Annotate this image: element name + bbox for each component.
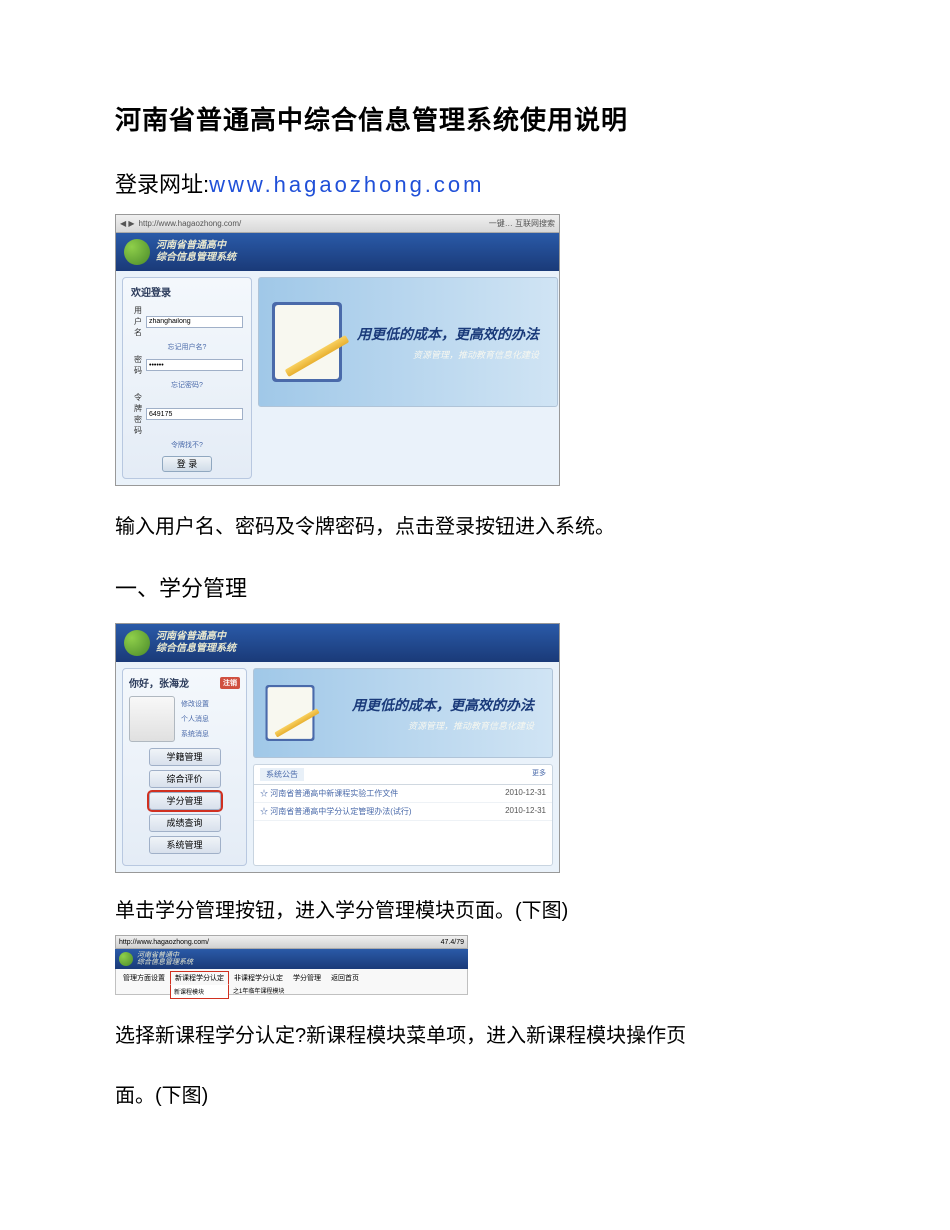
notice-more-link[interactable]: 更多 xyxy=(532,768,546,781)
login-screenshot: ◀ ▶ http://www.hagaozhong.com/ 一键… 互联网搜索… xyxy=(115,214,560,486)
avatar xyxy=(129,696,175,742)
notice-date-2: 2010-12-31 xyxy=(505,806,546,817)
modify-settings-link[interactable]: 修改设置 xyxy=(181,699,240,709)
logo-icon xyxy=(124,239,150,265)
credit-management-button[interactable]: 学分管理 xyxy=(149,792,221,810)
login-button[interactable]: 登 录 xyxy=(162,456,212,472)
app-title: 河南省普通高中 综合信息管理系统 xyxy=(156,240,236,264)
address-url: http://www.hagaozhong.com/ xyxy=(139,219,242,228)
instruction-1: 输入用户名、密码及令牌密码，点击登录按钮进入系统。 xyxy=(115,511,835,543)
content-panel: 用更低的成本，更高效的办法 资源管理，推动教育信息化建设 系统公告 更多 ☆ 河… xyxy=(253,668,553,866)
login-url-link[interactable]: www.hagaozhong.com xyxy=(209,172,484,197)
main-title: 河南省普通高中综合信息管理系统使用说明 xyxy=(115,100,835,137)
token-label: 令牌密码 xyxy=(131,392,142,436)
slogan-sub-2: 资源管理，推动教育信息化建设 xyxy=(352,719,534,732)
student-status-button[interactable]: 学籍管理 xyxy=(149,748,221,766)
password-label: 密 码 xyxy=(131,354,142,376)
menu-bar: 管理方面设置 新课程学分认定 新课程模块 非课程学分认定 之1年临年课程模块 学… xyxy=(115,969,468,995)
section-1-title: 一、学分管理 xyxy=(115,571,835,603)
app-body: 欢迎登录 用 户 名 忘记用户名? 密 码 忘记密码? 令牌密码 令牌找不? 登… xyxy=(116,271,559,485)
app-header: 河南省普通高中 综合信息管理系统 xyxy=(116,233,559,271)
notice-item[interactable]: ☆ 河南省普通高中学分认定管理办法(试行) 2010-12-31 xyxy=(254,803,552,821)
login-url-line: 登录网址:www.hagaozhong.com xyxy=(115,167,835,199)
token-input[interactable] xyxy=(146,408,243,420)
instruction-3a: 选择新课程学分认定?新课程模块菜单项，进入新课程模块操作页 xyxy=(115,1020,835,1052)
forgot-password-link[interactable]: 忘记密码? xyxy=(131,380,243,390)
notice-item[interactable]: ☆ 河南省普通高中新课程实验工作文件 2010-12-31 xyxy=(254,785,552,803)
slogan-main: 用更低的成本，更高效的办法 xyxy=(357,324,539,344)
app-title-3: 河南省普通中 综合信息管理系统 xyxy=(137,952,193,966)
submenu-new-course-module[interactable]: 新课程模块 xyxy=(174,986,225,997)
app-title-2: 河南省普通高中 综合信息管理系统 xyxy=(156,631,236,655)
username-input[interactable] xyxy=(146,316,243,328)
notice-date-1: 2010-12-31 xyxy=(505,788,546,799)
menu-screenshot: http://www.hagaozhong.com/ 47.4/79 河南省普通… xyxy=(115,935,468,995)
instruction-3b: 面。(下图) xyxy=(115,1080,835,1112)
browser-bar-3: http://www.hagaozhong.com/ 47.4/79 xyxy=(115,935,468,949)
forgot-username-link[interactable]: 忘记用户名? xyxy=(131,342,243,352)
user-panel: 你好，张海龙 注销 修改设置 个人消息 系统消息 学籍管理 综合评价 学分管理 … xyxy=(122,668,247,866)
menu-new-course-credit[interactable]: 新课程学分认定 xyxy=(170,971,229,985)
app-body-2: 你好，张海龙 注销 修改设置 个人消息 系统消息 学籍管理 综合评价 学分管理 … xyxy=(116,662,559,872)
logo-icon xyxy=(119,952,133,966)
username-label: 用 户 名 xyxy=(131,305,142,338)
slogan-sub: 资源管理，推动教育信息化建设 xyxy=(357,348,539,361)
comprehensive-eval-button[interactable]: 综合评价 xyxy=(149,770,221,788)
system-message-link[interactable]: 系统消息 xyxy=(181,729,240,739)
user-greeting: 你好，张海龙 xyxy=(129,675,189,690)
login-url-label: 登录网址: xyxy=(115,172,209,197)
notice-link-2[interactable]: ☆ 河南省普通高中学分认定管理办法(试行) xyxy=(260,806,412,817)
notice-panel: 系统公告 更多 ☆ 河南省普通高中新课程实验工作文件 2010-12-31 ☆ … xyxy=(253,764,553,866)
notice-link-1[interactable]: ☆ 河南省普通高中新课程实验工作文件 xyxy=(260,788,398,799)
menu-management-settings[interactable]: 管理方面设置 xyxy=(118,971,170,985)
score-query-button[interactable]: 成绩查询 xyxy=(149,814,221,832)
app-header-2: 河南省普通高中 综合信息管理系统 xyxy=(116,624,559,662)
notepad-icon xyxy=(262,682,325,745)
logo-icon xyxy=(124,630,150,656)
banner-2: 用更低的成本，更高效的办法 资源管理，推动教育信息化建设 xyxy=(253,668,553,758)
browser-right-3: 47.4/79 xyxy=(441,939,464,946)
notice-tab[interactable]: 系统公告 xyxy=(260,768,304,781)
login-panel-title: 欢迎登录 xyxy=(131,284,243,299)
browser-address-bar: ◀ ▶ http://www.hagaozhong.com/ 一键… 互联网搜索 xyxy=(116,215,559,233)
personal-message-link[interactable]: 个人消息 xyxy=(181,714,240,724)
slogan-main-2: 用更低的成本，更高效的办法 xyxy=(352,695,534,715)
browser-right-text: 一键… 互联网搜索 xyxy=(489,218,555,229)
address-url-3: http://www.hagaozhong.com/ xyxy=(119,939,209,946)
system-management-button[interactable]: 系统管理 xyxy=(149,836,221,854)
menu-non-course-credit[interactable]: 非课程学分认定 xyxy=(229,971,288,985)
menu-credit-management[interactable]: 学分管理 xyxy=(288,971,326,985)
app-header-3: 河南省普通中 综合信息管理系统 xyxy=(115,949,468,969)
token-help-link[interactable]: 令牌找不? xyxy=(131,440,243,450)
credit-management-screenshot: 河南省普通高中 综合信息管理系统 你好，张海龙 注销 修改设置 个人消息 系统消… xyxy=(115,623,560,873)
nav-icons: ◀ ▶ xyxy=(120,219,135,228)
instruction-2: 单击学分管理按钮，进入学分管理模块页面。(下图) xyxy=(115,895,835,927)
submenu-year-module: 之1年临年课程模块 xyxy=(229,985,288,996)
logout-button[interactable]: 注销 xyxy=(220,677,240,689)
banner: 用更低的成本，更高效的办法 资源管理，推动教育信息化建设 xyxy=(258,277,558,407)
password-input[interactable] xyxy=(146,359,243,371)
menu-return-home[interactable]: 返回首页 xyxy=(326,971,364,985)
notepad-icon xyxy=(267,297,357,387)
login-panel: 欢迎登录 用 户 名 忘记用户名? 密 码 忘记密码? 令牌密码 令牌找不? 登… xyxy=(122,277,252,479)
